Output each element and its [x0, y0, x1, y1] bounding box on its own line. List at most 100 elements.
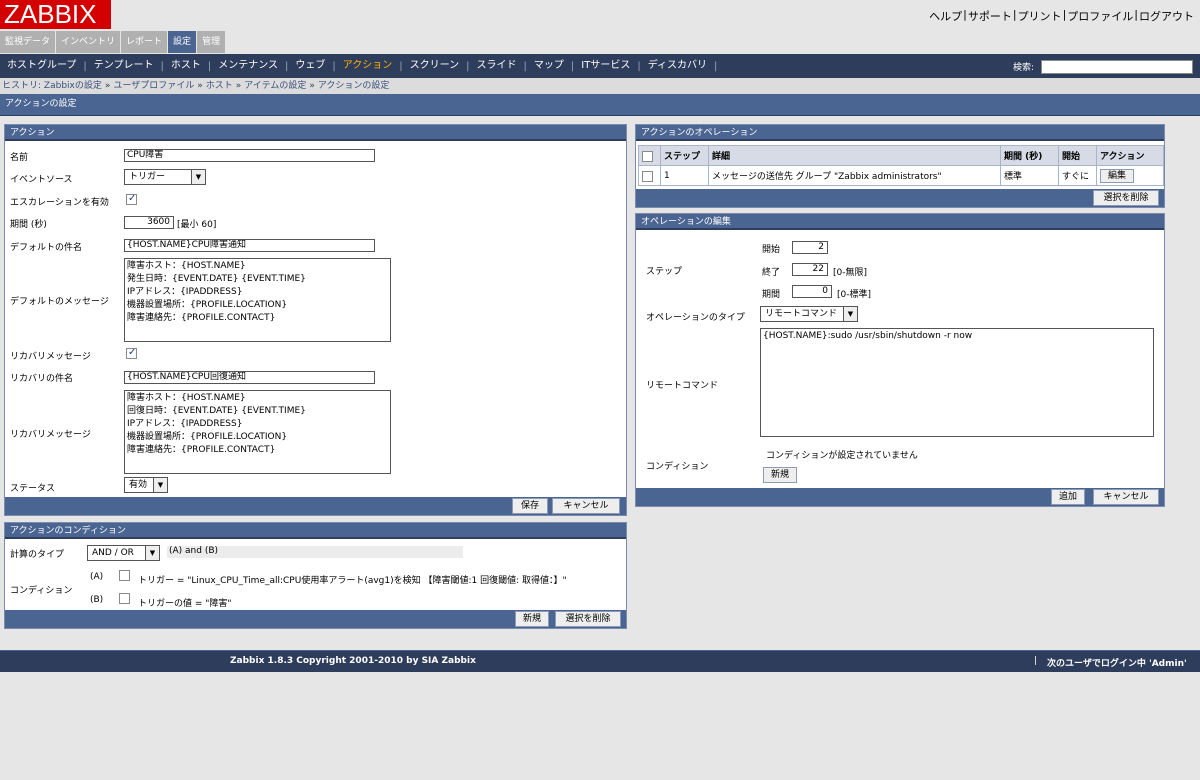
- conditions-panel-title: アクションのコンディション: [5, 523, 626, 539]
- operation-type-select[interactable]: リモートコマンド ▼: [760, 306, 858, 322]
- history-item[interactable]: ユーザプロファイル: [113, 81, 194, 91]
- history-item[interactable]: アイテムの設定: [244, 81, 306, 91]
- condition-a-checkbox[interactable]: [119, 570, 130, 581]
- chevron-down-icon: ▼: [191, 170, 205, 184]
- history-label: ヒストリ:: [2, 81, 42, 91]
- new-condition-button[interactable]: 新規: [763, 467, 797, 483]
- submenu-discovery[interactable]: ディスカバリ: [641, 54, 714, 78]
- login-status: 次のユーザでログイン中 'Admin': [1047, 659, 1187, 669]
- main-menu-reports[interactable]: レポート: [121, 31, 168, 53]
- submenu-maps[interactable]: マップ: [527, 54, 571, 78]
- operation-edit-footer: 追加 キャンセル: [636, 488, 1164, 506]
- help-link[interactable]: ヘルプ: [929, 8, 962, 24]
- table-header-row: ステップ 詳細 期間 (秒) 開始 アクション: [638, 145, 1164, 166]
- recovery-subject-input[interactable]: {HOST.NAME}CPU回復通知: [124, 371, 375, 384]
- condition-label: コンディション: [10, 586, 73, 596]
- end-note: [0-無限]: [833, 268, 867, 278]
- recovery-message-label: リカバリメッセージ: [10, 430, 91, 440]
- submenu-web[interactable]: ウェブ: [288, 54, 332, 78]
- profile-link[interactable]: プロファイル: [1067, 8, 1133, 24]
- recovery-message-toggle-label: リカバリメッセージ: [10, 352, 91, 362]
- header-cell: アクション: [1096, 145, 1164, 166]
- operations-panel-title: アクションのオペレーション: [636, 125, 1164, 141]
- status-select[interactable]: 有効 ▼: [124, 477, 168, 493]
- period-input[interactable]: 0: [792, 285, 832, 298]
- support-link[interactable]: サポート: [968, 8, 1012, 24]
- submenu-it-services[interactable]: ITサービス: [574, 54, 637, 78]
- operations-panel: アクションのオペレーション ステップ 詳細 期間 (秒) 開始 アクション 1 …: [635, 124, 1165, 208]
- edit-operation-button[interactable]: 編集: [1100, 168, 1134, 183]
- calc-type-select[interactable]: AND / OR ▼: [87, 545, 160, 561]
- submenu-screens[interactable]: スクリーン: [403, 54, 467, 78]
- condition-b-checkbox[interactable]: [119, 593, 130, 604]
- recovery-message-textarea[interactable]: 障害ホスト：{HOST.NAME} 回復日時：{EVENT.DATE} {EVE…: [124, 390, 391, 474]
- delete-selected-operations-button[interactable]: 選択を削除: [1093, 190, 1159, 206]
- default-subject-input[interactable]: {HOST.NAME}CPU障害通知: [124, 239, 375, 252]
- no-condition-text: コンディションが設定されていません: [766, 451, 918, 461]
- header-cell: [638, 145, 661, 166]
- action-panel-title: アクション: [5, 125, 626, 141]
- history-item[interactable]: Zabbixの設定: [44, 81, 102, 91]
- main-menu-monitoring[interactable]: 監視データ: [0, 31, 56, 53]
- remote-command-textarea[interactable]: {HOST.NAME}:sudo /usr/sbin/shutdown -r n…: [760, 328, 1154, 437]
- save-button[interactable]: 保存: [512, 498, 548, 514]
- submenu-actions[interactable]: アクション: [336, 54, 400, 78]
- operations-table: ステップ 詳細 期間 (秒) 開始 アクション 1 メッセージの送信先 グループ…: [638, 145, 1164, 186]
- condition-a-text: トリガー = "Linux_CPU_Time_all:CPU使用率アラート(av…: [138, 576, 567, 586]
- operation-edit-panel: オペレーションの編集 ステップ 開始 2 終了 22 [0-無限] 期間 0 […: [635, 213, 1165, 507]
- calc-formula: (A) and (B): [167, 546, 463, 558]
- main-menu-inventory[interactable]: インベントリ: [56, 31, 121, 53]
- event-source-label: イベントソース: [10, 175, 73, 185]
- name-input[interactable]: CPU障害: [124, 149, 375, 162]
- period-note: [最小 60]: [177, 220, 217, 230]
- submenu-hosts[interactable]: ホスト: [164, 54, 208, 78]
- row-checkbox[interactable]: [642, 170, 653, 182]
- cancel-button[interactable]: キャンセル: [552, 498, 620, 514]
- calc-type-value: AND / OR: [92, 548, 134, 558]
- period-input[interactable]: 3600: [124, 216, 174, 229]
- conditions-panel: アクションのコンディション 計算のタイプ AND / OR ▼ (A) and (…: [4, 522, 627, 629]
- cancel-button[interactable]: キャンセル: [1093, 489, 1159, 505]
- table-cell: すぐに: [1058, 165, 1097, 186]
- action-panel-footer: 保存 キャンセル: [5, 497, 626, 515]
- event-source-value: トリガー: [129, 172, 166, 182]
- separator: |: [1034, 656, 1038, 666]
- condition-b-text: トリガーの値 = "障害": [138, 599, 232, 609]
- submenu-slides[interactable]: スライド: [470, 54, 524, 78]
- history-item[interactable]: アクションの設定: [318, 81, 390, 91]
- new-condition-button[interactable]: 新規: [515, 611, 549, 627]
- status-value: 有効: [129, 480, 148, 490]
- escalation-checkbox[interactable]: [126, 193, 137, 205]
- select-all-checkbox[interactable]: [642, 150, 653, 162]
- submenu-templates[interactable]: テンプレート: [87, 54, 161, 78]
- search-input[interactable]: [1041, 60, 1193, 74]
- operation-edit-title: オペレーションの編集: [636, 214, 1164, 230]
- main-menu-administration[interactable]: 管理: [197, 31, 226, 53]
- arrow-icon: »: [309, 81, 315, 91]
- event-source-select[interactable]: トリガー ▼: [124, 169, 206, 185]
- submenu-maintenance[interactable]: メンテナンス: [211, 54, 285, 78]
- header-cell: 期間 (秒): [1000, 145, 1059, 166]
- start-input[interactable]: 2: [792, 241, 828, 254]
- period-note: [0-標準]: [837, 290, 871, 300]
- zabbix-logo[interactable]: ZABBIX: [0, 0, 111, 29]
- delete-selected-button[interactable]: 選択を削除: [555, 611, 621, 627]
- condition-b-tag: (B): [90, 595, 104, 605]
- chevron-down-icon: ▼: [145, 546, 159, 560]
- print-link[interactable]: プリント: [1018, 8, 1062, 24]
- page-title: アクションの設定: [0, 94, 1200, 116]
- default-message-label: デフォルトのメッセージ: [10, 297, 109, 307]
- default-message-textarea[interactable]: 障害ホスト：{HOST.NAME} 発生日時：{EVENT.DATE} {EVE…: [124, 258, 391, 342]
- table-cell: メッセージの送信先 グループ "Zabbix administrators": [708, 165, 1001, 186]
- status-label: ステータス: [10, 484, 56, 494]
- submenu-host-groups[interactable]: ホストグループ: [0, 54, 83, 78]
- add-button[interactable]: 追加: [1051, 489, 1085, 505]
- recovery-subject-label: リカバリの件名: [10, 374, 74, 384]
- history-item[interactable]: ホスト: [206, 81, 233, 91]
- end-input[interactable]: 22: [792, 263, 828, 276]
- name-label: 名前: [10, 153, 29, 163]
- recovery-message-checkbox[interactable]: [126, 347, 137, 359]
- main-menu-configuration[interactable]: 設定: [168, 31, 197, 53]
- logout-link[interactable]: ログアウト: [1139, 8, 1194, 24]
- step-label: ステップ: [646, 267, 683, 277]
